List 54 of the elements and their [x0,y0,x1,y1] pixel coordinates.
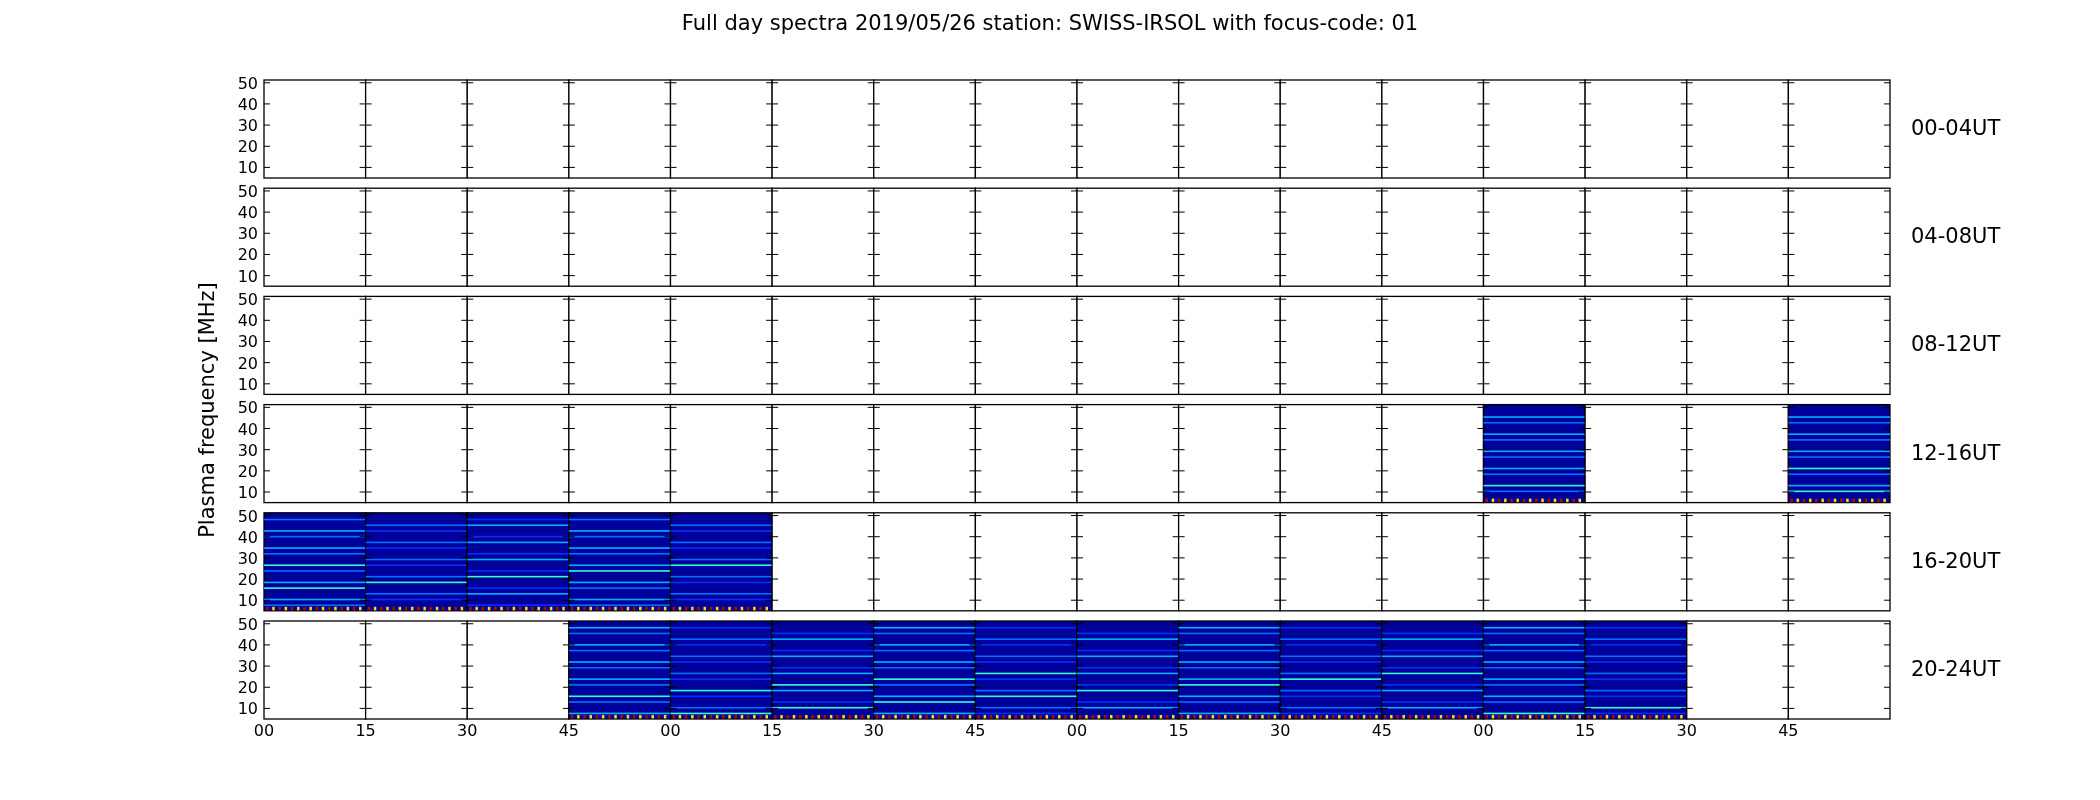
y-tick-label: 20 [237,461,258,481]
x-tick-label: 15 [1574,721,1596,740]
time-range-label: 16-20UT [1911,548,2001,573]
y-tick-label: 30 [237,548,258,568]
y-tick-label: 10 [237,266,258,286]
y-tick-label: 10 [237,483,258,502]
x-tick-label: 15 [761,721,783,740]
y-tick-label: 10 [237,158,258,178]
y-tick-label: 50 [237,290,258,310]
y-tick-label: 20 [237,353,258,373]
time-range-label: 20-24UT [1911,657,2001,681]
x-tick-label: 30 [457,721,478,740]
y-tick-label: 30 [237,332,258,352]
y-tick-label: 30 [237,440,258,460]
x-tick-label: 30 [1270,721,1291,740]
y-tick-label: 10 [237,591,258,611]
y-tick-label: 50 [237,614,258,634]
y-tick-label: 50 [237,181,258,201]
y-tick-label: 40 [237,311,258,331]
time-range-label: 04-08UT [1911,224,2001,249]
time-range-label: 00-04UT [1911,116,2001,140]
x-tick-label: 45 [558,721,580,740]
y-tick-label: 50 [237,73,258,93]
x-tick-label: 30 [863,721,884,740]
y-axis-label: Plasma frequency [MHz] [195,282,219,538]
time-range-label: 08-12UT [1911,332,2001,357]
y-tick-label: 20 [237,678,258,698]
y-tick-label: 10 [237,699,258,719]
y-tick-label: 50 [237,506,258,526]
y-tick-label: 30 [237,116,258,136]
x-tick-label: 00 [1473,721,1494,740]
y-tick-label: 30 [237,224,258,244]
y-tick-label: 40 [237,635,258,655]
x-tick-label: 00 [253,721,275,740]
x-tick-label: 45 [965,721,986,740]
x-tick-label: 45 [1371,721,1393,740]
y-tick-label: 20 [237,245,258,265]
y-tick-label: 40 [237,203,258,223]
figure-title: Full day spectra 2019/05/26 station: SWISS-IRSOL with focus-code: 01 [681,11,1419,35]
x-tick-label: 00 [660,721,681,740]
y-tick-label: 20 [237,137,258,157]
y-tick-label: 50 [237,398,258,418]
y-tick-label: 20 [237,570,258,590]
y-tick-label: 40 [237,527,258,547]
time-range-label: 12-16UT [1911,440,2001,465]
x-tick-label: 00 [1066,721,1088,740]
x-tick-label: 15 [1168,721,1189,740]
y-tick-label: 10 [237,374,258,394]
y-tick-label: 30 [237,657,258,677]
y-tick-label: 40 [237,419,258,439]
x-tick-label: 30 [1676,721,1697,740]
y-tick-label: 40 [237,94,258,114]
x-tick-label: 45 [1778,721,1799,740]
x-tick-label: 15 [355,721,376,740]
